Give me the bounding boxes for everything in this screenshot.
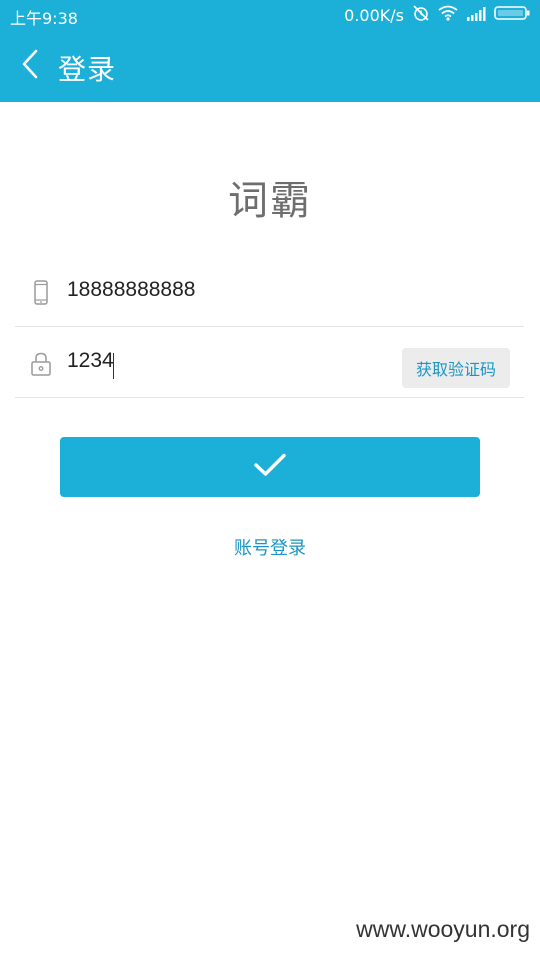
top-app-bar: 上午9:38 0.00K/s 登录 [0,0,540,102]
app-name: 词霸 [228,178,312,224]
phone-icon [29,280,53,306]
battery-icon [494,5,530,25]
submit-button[interactable] [60,437,480,497]
status-bar: 上午9:38 0.00K/s [0,0,540,30]
get-code-button[interactable]: 获取验证码 [402,348,510,388]
watermark: www.wooyun.org [356,916,530,942]
signal-icon [466,6,486,25]
lock-icon [29,351,53,377]
phone-field [15,254,524,327]
check-icon [253,452,287,482]
verification-code-field: 获取验证码 [15,325,524,398]
back-button[interactable] [10,44,50,88]
text-cursor [113,353,114,379]
status-indicators: 0.00K/s [344,4,530,26]
page-title: 登录 [58,53,117,86]
wifi-icon [438,5,458,25]
account-login-link[interactable]: 账号登录 [0,534,540,560]
alarm-off-icon [412,4,430,26]
toolbar: 登录 [0,30,540,102]
chevron-left-icon [20,48,40,84]
status-time: 上午9:38 [10,9,78,28]
phone-input[interactable] [67,272,387,308]
network-speed: 0.00K/s [344,5,404,25]
verification-code-input[interactable] [67,343,387,379]
